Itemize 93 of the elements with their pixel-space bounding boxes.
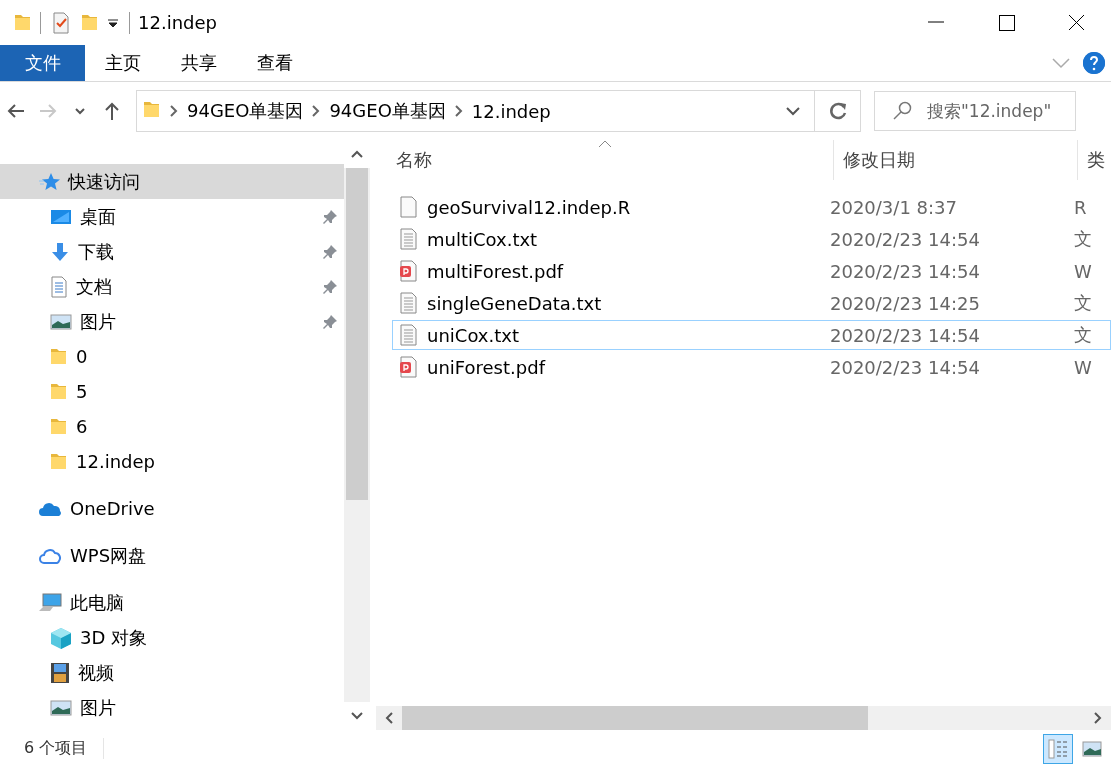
file-date: 2020/2/23 14:25	[829, 292, 981, 314]
scroll-down-icon[interactable]	[351, 712, 364, 720]
file-name: uniForest.pdf	[427, 356, 545, 378]
refresh-icon[interactable]	[827, 101, 848, 121]
file-type: R	[1074, 196, 1088, 218]
ribbon-tab[interactable]: 主页	[85, 45, 161, 81]
file-row[interactable]: uniCox.txt 2020/2/23 14:54 文	[392, 320, 1111, 350]
maximize-icon[interactable]	[996, 12, 1016, 33]
column-header[interactable]: 类	[1078, 140, 1111, 180]
breadcrumb-item[interactable]: 94GEO单基因	[187, 99, 304, 123]
file-type: 文	[1074, 227, 1093, 251]
file-type: 文	[1074, 323, 1093, 347]
monitor-icon	[50, 207, 72, 226]
folder-icon	[50, 451, 68, 472]
file-type: W	[1074, 260, 1093, 282]
file-name: singleGeneData.txt	[427, 292, 602, 314]
sidebar-item[interactable]: 0	[0, 339, 345, 374]
file-name: multiCox.txt	[427, 228, 538, 250]
sidebar-item[interactable]: 视频	[0, 655, 345, 690]
sidebar-item[interactable]: WPS网盘	[0, 538, 345, 573]
column-header[interactable]: 修改日期	[834, 140, 1078, 180]
file-type: 文	[1074, 291, 1093, 315]
file-date: 2020/2/23 14:54	[829, 356, 981, 378]
download-arrow-icon	[50, 241, 70, 262]
column-header[interactable]: 名称	[376, 140, 834, 180]
sidebar-item[interactable]: 12.indep	[0, 444, 345, 479]
ribbon-tab[interactable]: 共享	[161, 45, 237, 81]
folder-icon	[50, 381, 68, 402]
sidebar-item[interactable]: 快速访问	[0, 164, 345, 199]
sidebar-item[interactable]: OneDrive	[0, 491, 345, 526]
file-name: geoSurvival12.indep.R	[427, 196, 631, 218]
breadcrumb-item[interactable]: 12.indep	[471, 100, 551, 122]
breadcrumb-item[interactable]: 94GEO单基因	[329, 99, 446, 123]
refresh-button[interactable]	[815, 90, 861, 132]
sidebar-item[interactable]: 5	[0, 374, 345, 409]
landscape-image-icon	[50, 312, 72, 331]
checklist-document-icon[interactable]	[51, 11, 71, 34]
scrollbar-thumb[interactable]	[346, 168, 368, 500]
file-name: multiForest.pdf	[427, 260, 564, 282]
file-menu-button[interactable]: 文件	[0, 45, 85, 81]
film-strip-icon	[50, 661, 70, 684]
sidebar-item[interactable]: 6	[0, 409, 345, 444]
ribbon-tab[interactable]: 查看	[237, 45, 313, 81]
text-file-icon	[399, 324, 417, 346]
chevron-right-icon[interactable]	[170, 105, 178, 117]
text-file-icon	[399, 228, 417, 250]
close-icon[interactable]	[1066, 12, 1086, 33]
file-date: 2020/2/23 14:54	[829, 228, 981, 250]
scroll-left-icon[interactable]	[385, 712, 393, 724]
cloud-outline-icon	[38, 546, 62, 565]
file-type: W	[1074, 356, 1093, 378]
sidebar-item[interactable]: 此电脑	[0, 585, 345, 620]
chevron-right-icon[interactable]	[312, 105, 321, 117]
pdf-file-icon	[399, 356, 417, 378]
sidebar-item[interactable]: 图片	[0, 304, 345, 339]
sidebar-item[interactable]: 文档	[0, 269, 345, 304]
sidebar-item[interactable]: 下载	[0, 234, 345, 269]
file-date: 2020/2/23 14:54	[829, 324, 981, 346]
address-bar[interactable]: 94GEO单基因 94GEO单基因 12.indep	[136, 90, 815, 132]
sidebar-item[interactable]: 桌面	[0, 199, 345, 234]
cloud-icon	[38, 500, 62, 517]
folder-icon	[50, 416, 68, 437]
horizontal-scrollbar[interactable]	[376, 706, 1111, 730]
sidebar-item[interactable]: 图片	[0, 690, 345, 725]
search-field[interactable]: 搜索"12.indep"	[874, 91, 1076, 131]
folder-icon	[50, 346, 68, 367]
file-row[interactable]: geoSurvival12.indep.R 2020/3/1 8:37 R	[392, 192, 1111, 222]
blank-file-icon	[399, 196, 417, 218]
pdf-file-icon	[399, 260, 417, 282]
file-row[interactable]: multiForest.pdf 2020/2/23 14:54 W	[392, 256, 1111, 286]
computer-icon	[38, 592, 62, 613]
window-title: 12.indep	[138, 12, 218, 33]
chevron-down-icon[interactable]	[786, 106, 800, 116]
help-button[interactable]	[1083, 52, 1105, 74]
item-count: 6 个项目	[0, 738, 105, 759]
file-row[interactable]: singleGeneData.txt 2020/2/23 14:25 文	[392, 288, 1111, 318]
scrollbar-thumb[interactable]	[402, 706, 868, 730]
document-icon	[50, 275, 68, 298]
file-date: 2020/3/1 8:37	[829, 196, 958, 218]
cube-icon	[50, 626, 72, 649]
landscape-image-icon	[50, 698, 72, 717]
chevron-right-icon[interactable]	[454, 105, 463, 117]
scroll-up-icon[interactable]	[351, 150, 364, 158]
file-date: 2020/2/23 14:54	[829, 260, 981, 282]
file-name: uniCox.txt	[427, 324, 519, 346]
scroll-right-icon[interactable]	[1094, 712, 1102, 724]
dropdown-icon[interactable]	[107, 17, 119, 28]
star-icon	[38, 171, 60, 192]
file-row[interactable]: multiCox.txt 2020/2/23 14:54 文	[392, 224, 1111, 254]
text-file-icon	[399, 292, 417, 314]
sidebar-item[interactable]: 3D 对象	[0, 620, 345, 655]
search-icon	[892, 101, 912, 121]
file-row[interactable]: uniForest.pdf 2020/2/23 14:54 W	[392, 352, 1111, 382]
